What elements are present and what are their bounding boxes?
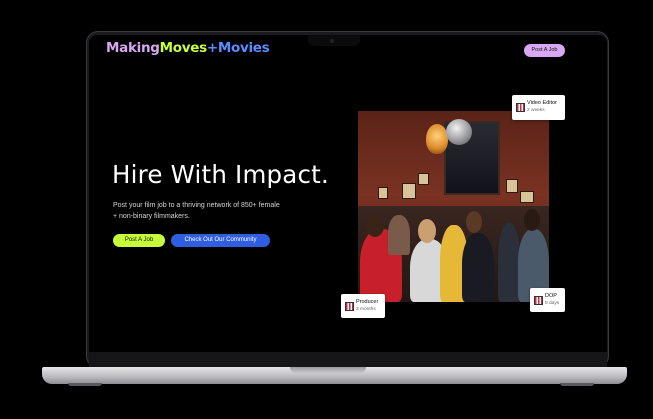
job-duration: 3 months [356,307,376,312]
header-post-job-button[interactable]: Post A Job [524,44,565,57]
clapperboard-icon [516,103,525,112]
job-card-video-editor[interactable]: Video Editor 2 weeks [512,95,565,120]
job-card-producer[interactable]: Producer 3 months [341,294,385,318]
laptop-opening-notch [290,367,366,373]
job-role: DOP [545,293,557,299]
job-card-dop[interactable]: DOP 5 days [530,288,565,312]
job-duration: 2 weeks [527,108,545,113]
hero-headline: Hire With Impact. [112,160,329,189]
camera-notch [308,35,360,46]
logo-making: Making [106,40,160,56]
clapperboard-icon [534,296,543,305]
screen-bezel-bottom [89,352,607,367]
post-job-button[interactable]: Post A Job [113,234,165,247]
logo-movies: +Movies [206,40,270,56]
job-role: Producer [356,299,379,305]
clapperboard-icon [345,302,354,311]
logo-moves: Moves [159,40,208,56]
laptop-foot-left [68,383,102,386]
community-photo [358,111,549,302]
job-role: Video Editor [527,100,557,106]
laptop-foot-right [560,383,594,386]
camera-icon [330,39,334,43]
job-duration: 5 days [545,301,560,306]
hero-subtext: Post your film job to a thriving network… [113,202,280,220]
community-button[interactable]: Check Out Our Community [171,234,270,247]
site-logo[interactable]: MakingMoves+Movies [106,40,270,56]
